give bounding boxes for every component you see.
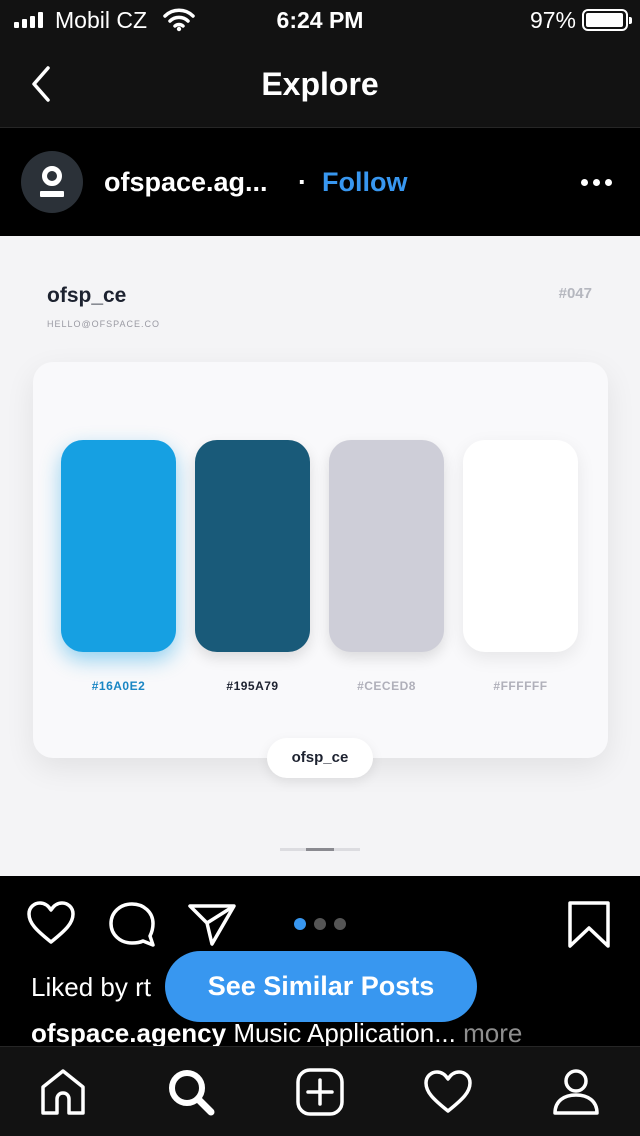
caption-username[interactable]: ofspace.agency [31,1018,226,1048]
more-options-icon[interactable] [581,179,612,186]
battery-icon [582,9,632,31]
share-send-icon[interactable] [186,900,238,948]
swatch-hex-label: #16A0E2 [91,679,146,693]
activity-heart-icon[interactable] [423,1067,473,1117]
color-swatch [463,440,578,652]
like-heart-icon[interactable] [26,900,76,946]
separator-dot: · [298,167,307,197]
post-image[interactable]: ofsp_ce HELLO@OFSPACE.CO #047 #16A0E2 #1… [0,236,640,876]
follow-button[interactable]: Follow [322,167,407,198]
brand-pill: ofsp_ce [267,738,373,778]
nav-bar: Explore [0,40,640,128]
swatch-hex-label: #FFFFFF [493,679,548,693]
media-scroll-indicator [280,848,360,851]
color-swatch [329,440,444,652]
carousel-dot [314,918,326,930]
bookmark-save-icon[interactable] [566,900,612,950]
profile-icon[interactable] [551,1067,601,1117]
comment-icon[interactable] [107,900,157,948]
brand-logo-text: ofsp_ce [47,284,127,307]
see-similar-posts-button[interactable]: See Similar Posts [165,951,477,1022]
issue-number: #047 [558,285,592,302]
home-icon[interactable] [38,1067,88,1117]
avatar[interactable] [21,151,83,213]
liked-by-text[interactable]: Liked by rt [31,972,151,1003]
caption-text: Music Application... [226,1018,456,1048]
color-swatch [61,440,176,652]
color-swatch [195,440,310,652]
carousel-dot [334,918,346,930]
swatch-hex-label: #195A79 [226,679,279,693]
swatch-hex-label: #CECED8 [357,679,416,693]
battery-percent: 97% [529,7,576,33]
brand-email: HELLO@OFSPACE.CO [47,319,160,329]
post-header: ofspace.ag... · Follow [0,129,640,236]
new-post-icon[interactable] [295,1067,345,1117]
carousel-dot [294,918,306,930]
carousel-indicator [294,918,346,930]
page-title: Explore [261,66,379,102]
post-username[interactable]: ofspace.ag... [104,167,268,198]
tab-bar [0,1046,640,1136]
caption-more-link[interactable]: more [456,1018,522,1048]
palette-card: #16A0E2 #195A79 #CECED8 #FFFFFF ofsp_ce [33,362,608,778]
search-icon[interactable] [166,1067,216,1117]
caption: ofspace.agency Music Application... more [31,1018,522,1049]
status-bar: Mobil CZ 6:24 PM 97% [0,0,640,40]
